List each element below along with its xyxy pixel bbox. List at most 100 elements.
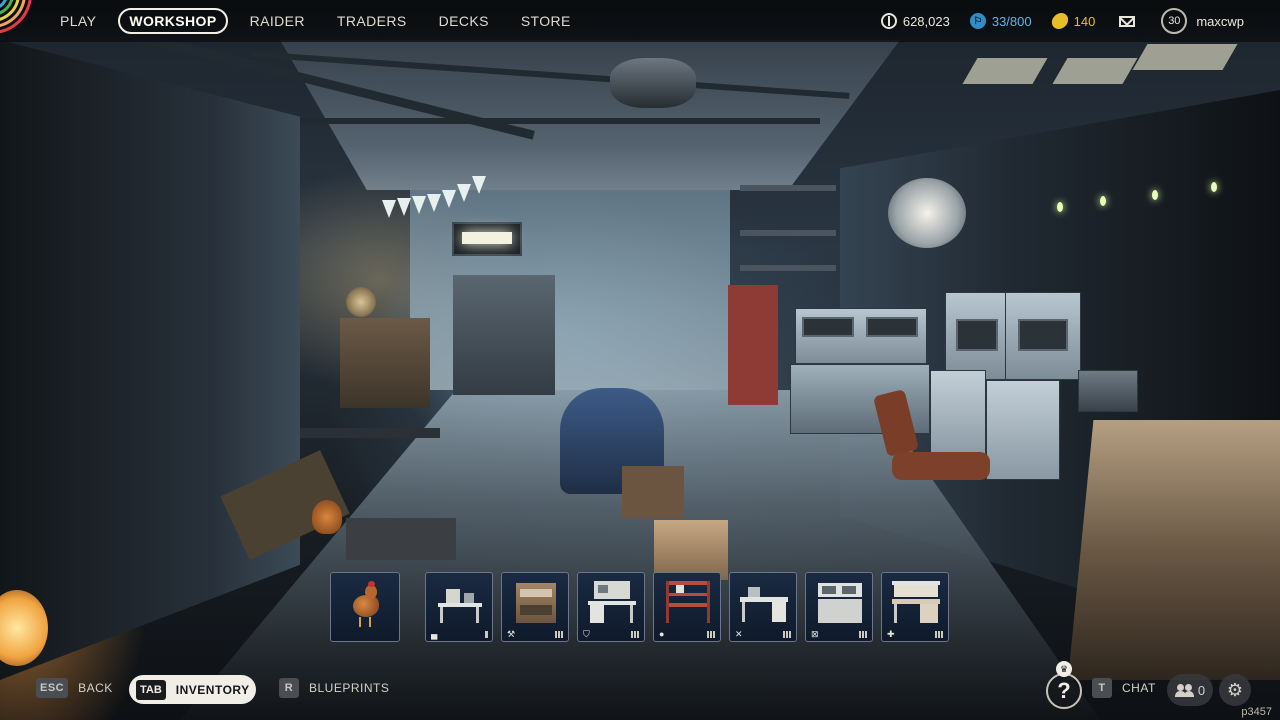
hammer-icon: ⚒	[507, 628, 516, 639]
lab-equipment	[795, 308, 927, 364]
wood-shelf	[340, 318, 430, 408]
coins-stat[interactable]: 628,023	[880, 13, 950, 29]
gold-stat[interactable]: 140	[1050, 13, 1096, 29]
bottom-action-bar: ESC BACK TAB INVENTORY R BLUEPRINTS T CH…	[0, 670, 1280, 710]
workbench-image	[586, 579, 638, 625]
tool-crate	[346, 518, 456, 560]
tab-key: TAB	[136, 679, 166, 700]
chat-label: CHAT	[1122, 681, 1156, 695]
locker	[930, 370, 986, 460]
chicken	[312, 500, 342, 534]
hotbar-slot-workbench-7[interactable]: ✚	[881, 572, 949, 642]
esc-key: ESC	[36, 678, 69, 698]
metal-table	[300, 428, 440, 438]
main-nav: PLAY WORKSHOP RAIDER TRADERS DECKS STORE	[50, 0, 593, 42]
crown-icon: ♛	[1056, 661, 1072, 677]
nav-play[interactable]: PLAY	[50, 9, 106, 33]
skylight	[1052, 58, 1138, 84]
globe	[346, 287, 376, 317]
bench-icon: ▄	[431, 629, 438, 639]
level-bars-icon	[935, 630, 943, 638]
blueprints-button[interactable]: R BLUEPRINTS	[279, 678, 389, 698]
hotbar-slot-chicken[interactable]	[330, 572, 400, 642]
back-button[interactable]: ESC BACK	[36, 678, 113, 698]
back-label: BACK	[78, 681, 113, 695]
username[interactable]: maxcwp	[1196, 14, 1244, 29]
bunting-flag	[397, 198, 411, 216]
tools-icon: ✕	[735, 628, 743, 639]
level-bars-icon	[555, 630, 563, 638]
locker	[986, 380, 1060, 480]
hotbar-slot-workbench-4[interactable]: ●	[653, 572, 721, 642]
left-wall	[0, 40, 300, 680]
workbench-image	[890, 579, 942, 625]
party-button[interactable]: 0	[1167, 674, 1213, 706]
oven-unit	[1005, 292, 1081, 380]
mail-icon[interactable]	[1119, 15, 1136, 27]
string-light	[1100, 196, 1106, 206]
inventory-button[interactable]: TAB INVENTORY	[129, 675, 256, 704]
settings-gear-icon[interactable]: ⚙	[1219, 674, 1251, 706]
player-level-badge[interactable]: 30	[1161, 8, 1188, 34]
side-table	[622, 466, 684, 518]
workbench-image	[662, 579, 714, 625]
string-light	[1152, 190, 1158, 200]
level-bars-icon	[485, 630, 488, 638]
shield-icon: ⛉	[583, 628, 590, 639]
pill-icon: ●	[659, 629, 665, 639]
gold-value: 140	[1073, 13, 1096, 29]
hotbar-slot-workbench-2[interactable]: ⚒	[501, 572, 569, 642]
wooden-cabinet	[1068, 420, 1280, 680]
nav-raider[interactable]: RAIDER	[240, 9, 315, 33]
oven-unit	[945, 292, 1009, 380]
people-icon	[1174, 684, 1194, 697]
inventory-label: INVENTORY	[175, 682, 250, 697]
wall-shelf	[740, 265, 836, 271]
hotbar-slot-workbench-3[interactable]: ⛉	[577, 572, 645, 642]
level-bars-icon	[707, 630, 715, 638]
office-chair-seat	[892, 452, 990, 480]
hotbar-slot-workbench-5[interactable]: ✕	[729, 572, 797, 642]
r-key: R	[279, 678, 299, 698]
string-light	[1211, 182, 1217, 192]
wall-shelf	[740, 230, 836, 236]
stage-light	[452, 222, 522, 256]
blueprints-stat[interactable]: ⚐ 33/800	[969, 13, 1032, 29]
level-bars-icon	[859, 630, 867, 638]
nav-workshop[interactable]: WORKSHOP	[118, 8, 228, 34]
blueprints-label: BLUEPRINTS	[309, 681, 390, 695]
workbench-image	[738, 579, 790, 625]
grenade-icon: ⊠	[811, 628, 819, 639]
skylight	[962, 58, 1048, 84]
crate	[1078, 370, 1138, 412]
tool-rack	[453, 275, 555, 395]
gold-coins-icon	[1050, 13, 1070, 29]
party-count: 0	[1197, 682, 1206, 698]
currency-stats: 628,023 ⚐ 33/800 140 30 maxcwp	[861, 0, 1280, 42]
ceiling-beam	[300, 118, 820, 124]
medkit-icon: ✚	[887, 628, 895, 639]
workbench-image	[434, 579, 486, 625]
chat-button[interactable]: T CHAT	[1092, 678, 1156, 698]
wall-shelf	[740, 185, 836, 191]
bunting-flag	[472, 176, 486, 194]
hotbar-slot-workbench-6[interactable]: ⊠	[805, 572, 873, 642]
hotbar-slot-workbench-1[interactable]: ▄	[425, 572, 493, 642]
cardboard-box	[654, 520, 728, 580]
workbench-image	[814, 579, 866, 625]
coin-icon	[880, 13, 897, 29]
nav-traders[interactable]: TRADERS	[327, 9, 417, 33]
help-button[interactable]: ?	[1046, 673, 1082, 709]
bunting-flag	[382, 200, 396, 218]
rainbow-logo-icon[interactable]	[0, 0, 48, 42]
bunting-flag	[412, 196, 426, 214]
coins-value: 628,023	[902, 13, 950, 29]
bunting-flag	[457, 184, 471, 202]
skylight	[1132, 44, 1238, 70]
red-workbench	[728, 285, 778, 405]
nav-decks[interactable]: DECKS	[429, 9, 499, 33]
blueprints-value: 33/800	[991, 13, 1032, 29]
surgical-lamp	[888, 178, 966, 248]
nav-store[interactable]: STORE	[511, 9, 581, 33]
workbench-image	[510, 579, 562, 625]
